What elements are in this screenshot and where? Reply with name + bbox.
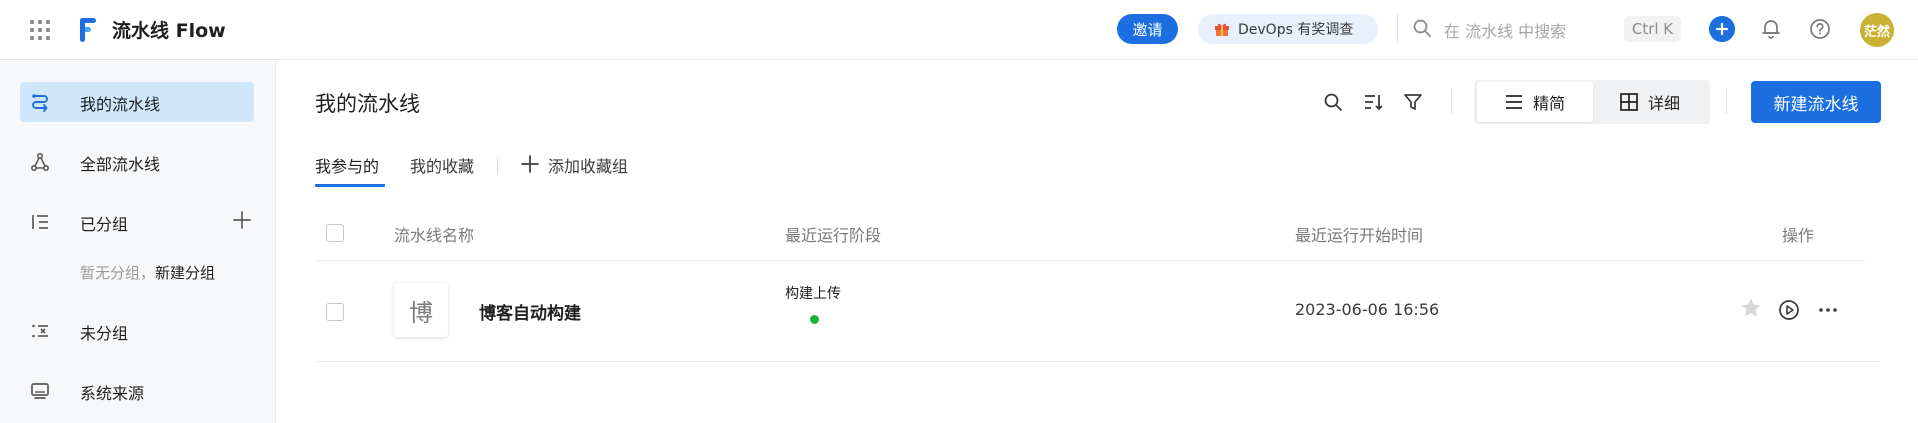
star-icon[interactable] (1740, 297, 1762, 319)
stage-status-dot (810, 315, 819, 324)
new-group-link[interactable]: 新建分组 (155, 264, 215, 282)
stage-name: 构建上传 (785, 286, 841, 302)
user-avatar[interactable]: 茫然 (1860, 13, 1894, 47)
plus-icon (521, 155, 539, 173)
sidebar-item-ungrouped[interactable]: 未分组 (20, 311, 254, 351)
divider (315, 361, 1880, 362)
divider (315, 260, 1865, 261)
pipeline-icon (32, 94, 48, 112)
grid-icon (1620, 93, 1638, 111)
flow-logo-icon (80, 18, 96, 42)
sidebar-item-label: 未分组 (80, 324, 129, 343)
grouped-list-icon (32, 215, 48, 229)
sort-icon[interactable] (1363, 92, 1383, 112)
sidebar-item-label: 我的流水线 (80, 95, 161, 114)
sidebar-item-label: 系统来源 (80, 384, 145, 403)
start-time: 2023-06-06 16:56 (1295, 300, 1440, 319)
gift-icon (1215, 23, 1229, 36)
app-title[interactable]: 流水线 Flow (112, 16, 226, 43)
page-title: 我的流水线 (315, 92, 420, 116)
app-grid-icon[interactable] (30, 20, 50, 40)
sidebar-item-grouped[interactable]: 已分组 (20, 202, 254, 242)
bell-icon[interactable] (1760, 17, 1782, 39)
no-group-text: 暂无分组， (80, 264, 156, 282)
column-header-name: 流水线名称 (394, 226, 475, 245)
view-detail-label: 详细 (1648, 94, 1681, 113)
ungrouped-list-icon (32, 324, 48, 338)
view-simple-label: 精简 (1533, 94, 1566, 113)
divider (1451, 90, 1452, 114)
filter-icon[interactable] (1403, 92, 1423, 112)
search-shortcut-badge: Ctrl K (1624, 16, 1681, 42)
divider (1726, 90, 1727, 114)
select-all-checkbox[interactable] (326, 224, 344, 242)
sidebar-item-label: 已分组 (80, 215, 129, 234)
nodes-icon (30, 152, 50, 172)
sidebar-item-system-source[interactable]: 系统来源 (20, 371, 254, 411)
view-simple-button[interactable]: 精简 (1477, 82, 1593, 122)
sidebar-item-all-pipelines[interactable]: 全部流水线 (20, 142, 254, 182)
run-icon[interactable] (1778, 299, 1800, 321)
active-tab-indicator (315, 184, 385, 187)
sidebar-item-my-pipelines[interactable]: 我的流水线 (20, 82, 254, 122)
invite-button[interactable]: 邀请 (1117, 14, 1178, 44)
view-toggle: 精简 详细 (1474, 80, 1710, 124)
search-input[interactable]: 在 流水线 中搜索 (1444, 18, 1566, 42)
sidebar: 我的流水线 全部流水线 已分组 暂无分组，新建分组 未分组 系统来源 (0, 61, 276, 423)
column-header-stage: 最近运行阶段 (785, 226, 882, 245)
monitor-icon (31, 383, 49, 399)
create-plus-icon[interactable] (1709, 16, 1735, 42)
search-icon[interactable] (1323, 92, 1343, 112)
pipeline-avatar: 博 (394, 283, 448, 337)
column-header-actions: 操作 (1782, 226, 1815, 245)
help-icon[interactable] (1809, 18, 1831, 40)
no-group-hint: 暂无分组，新建分组 (80, 262, 215, 283)
survey-label: DevOps 有奖调查 (1238, 22, 1354, 38)
row-checkbox[interactable] (326, 303, 344, 321)
tab-favorites[interactable]: 我的收藏 (410, 153, 474, 177)
view-detail-button[interactable]: 详细 (1596, 82, 1708, 122)
new-pipeline-button[interactable]: 新建流水线 (1751, 81, 1881, 123)
divider (1397, 14, 1398, 44)
list-icon (1506, 95, 1522, 109)
top-bar: 流水线 Flow 邀请 DevOps 有奖调查 在 流水线 中搜索 Ctrl K… (0, 0, 1918, 60)
more-icon[interactable] (1817, 299, 1839, 321)
survey-button[interactable]: DevOps 有奖调查 (1198, 14, 1378, 44)
column-header-start-time: 最近运行开始时间 (1295, 226, 1424, 245)
sidebar-item-label: 全部流水线 (80, 155, 161, 174)
add-favorite-group-button[interactable]: 添加收藏组 (548, 153, 628, 177)
search-icon (1413, 19, 1431, 37)
tab-participated[interactable]: 我参与的 (315, 153, 379, 177)
add-group-icon[interactable] (232, 210, 252, 230)
divider (497, 157, 498, 175)
pipeline-name[interactable]: 博客自动构建 (479, 299, 581, 324)
